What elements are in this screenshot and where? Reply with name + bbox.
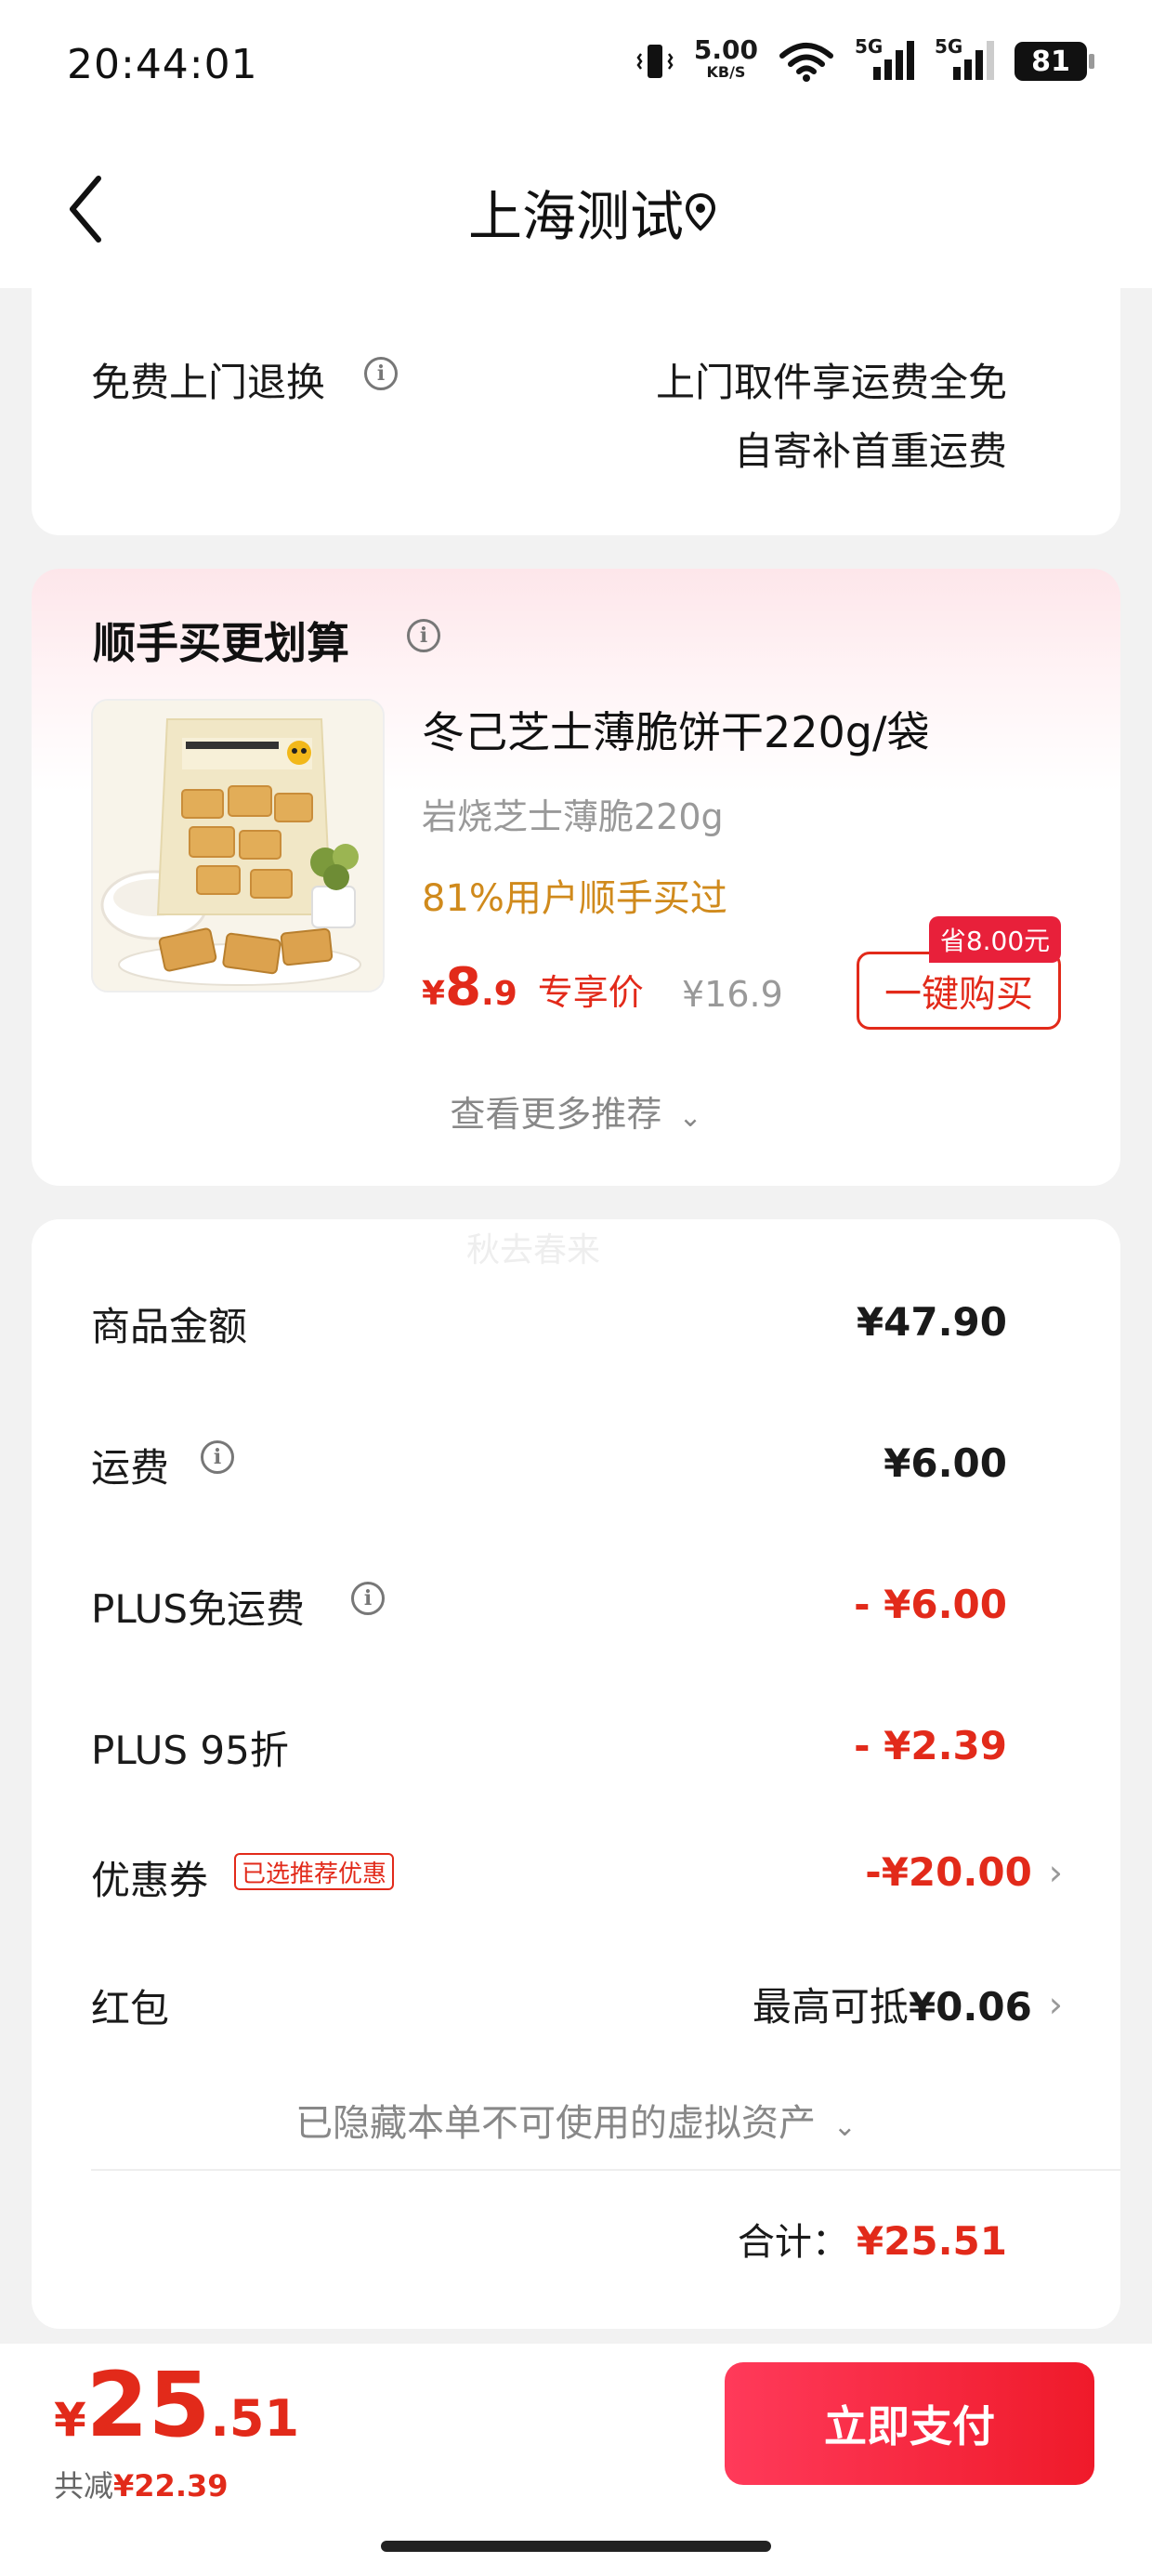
save-badge: 省8.00元 [929, 916, 1061, 963]
saved-label: 共减 [54, 2468, 114, 2504]
info-icon: i [201, 1440, 234, 1474]
coupon-label: 优惠券 [91, 1858, 209, 1903]
recommend-heading: 顺手买更划算 [93, 618, 349, 668]
plus-discount-value: - ¥2.39 [854, 1723, 1007, 1768]
status-icons: 5.00 KB/S 5G 5G 81 [636, 35, 1094, 84]
bottom-price-decimal: .51 [210, 2389, 300, 2448]
location-pin-icon[interactable] [682, 191, 719, 232]
red-packet-value: ¥0.06 [908, 1984, 1032, 2030]
shipping-fee-label: 运费 [91, 1445, 170, 1491]
red-packet-label: 红包 [91, 1986, 170, 2031]
network-speed: 5.00 KB/S [694, 37, 758, 84]
hidden-assets-label: 已隐藏本单不可使用的虚拟资产 [295, 2102, 817, 2145]
return-service-card [32, 288, 1120, 535]
home-indicator[interactable] [381, 2541, 771, 2552]
info-icon: i [407, 619, 440, 652]
status-time: 20:44:01 [67, 41, 258, 88]
shipping-fee-value: ¥6.00 [884, 1440, 1007, 1486]
wifi-icon [779, 43, 833, 82]
bottom-price: ¥ 25 .51 [54, 2360, 299, 2450]
battery-indicator: 81 [1015, 42, 1094, 81]
original-price: ¥16.9 [682, 974, 783, 1015]
bottom-price-integer: 25 [85, 2353, 211, 2457]
info-icon: i [351, 1582, 385, 1615]
saved-value: ¥22.39 [113, 2468, 229, 2504]
one-click-buy-button[interactable]: 一键购买 [857, 952, 1061, 1030]
bottom-price-symbol: ¥ [54, 2393, 86, 2447]
goods-amount-label: 商品金额 [91, 1304, 248, 1349]
return-service-line1: 上门取件享运费全免 [655, 360, 1007, 405]
red-packet-prefix: 最高可抵 [752, 1984, 909, 2030]
coupon-value: -¥20.00 [865, 1849, 1032, 1895]
exclusive-price: ¥ 8 .9 专享价 [422, 957, 644, 1018]
product-name[interactable]: 冬己芝士薄脆饼干220g/袋 [422, 699, 930, 760]
price-decimal: .9 [481, 975, 517, 1013]
divider [91, 2169, 1120, 2171]
return-info-button[interactable]: i [364, 357, 398, 390]
plus-free-shipping-label: PLUS免运费 [91, 1586, 306, 1632]
red-packet-row[interactable]: 最高可抵¥0.06 › [753, 1976, 1063, 2032]
price-label: 专享价 [537, 972, 644, 1013]
signal-2: 5G [935, 35, 994, 84]
view-more-recommend[interactable]: 查看更多推荐 ⌄ [0, 1085, 1152, 1137]
page-title: 上海测试 [467, 185, 684, 248]
return-service-line2: 自寄补首重运费 [733, 428, 1007, 474]
plus-discount-label: PLUS 95折 [91, 1728, 289, 1773]
pay-now-button[interactable]: 立即支付 [725, 2362, 1094, 2485]
signal-bars-icon [953, 41, 994, 80]
info-icon: i [364, 357, 398, 390]
total-value: ¥25.51 [856, 2218, 1007, 2264]
return-service-label: 免费上门退换 [91, 360, 326, 405]
order-total: 合计： ¥25.51 [738, 2212, 1007, 2266]
chevron-right-icon: › [1048, 1983, 1063, 2025]
shipping-info-button[interactable]: i [201, 1440, 234, 1474]
chevron-right-icon: › [1048, 1851, 1063, 1893]
total-saved: 共减 ¥22.39 [54, 2463, 229, 2505]
watermark: 秋去春来 [466, 1231, 601, 1269]
total-label: 合计： [737, 2221, 849, 2264]
price-symbol: ¥ [422, 975, 446, 1013]
vibrate-icon [636, 45, 674, 78]
coupon-recommend-tag: 已选推荐优惠 [234, 1853, 395, 1890]
signal-1: 5G [855, 35, 914, 84]
product-image-art [93, 701, 383, 991]
plus-shipping-info-button[interactable]: i [351, 1582, 385, 1615]
bought-rate: 81%用户顺手买过 [422, 877, 727, 920]
signal-bars-icon [873, 41, 914, 80]
recommend-info-button[interactable]: i [407, 619, 440, 652]
view-more-label: 查看更多推荐 [450, 1094, 662, 1135]
goods-amount-value: ¥47.90 [856, 1299, 1007, 1345]
price-integer: 8 [445, 957, 482, 1018]
chevron-down-icon: ⌄ [832, 2110, 857, 2143]
product-image[interactable] [91, 699, 385, 992]
product-spec: 岩烧芝士薄脆220g [422, 796, 724, 837]
hidden-assets-toggle[interactable]: 已隐藏本单不可使用的虚拟资产 ⌄ [0, 2093, 1152, 2147]
chevron-down-icon: ⌄ [678, 1101, 702, 1134]
plus-free-shipping-value: - ¥6.00 [854, 1582, 1007, 1627]
coupon-row[interactable]: -¥20.00 › [865, 1849, 1063, 1895]
